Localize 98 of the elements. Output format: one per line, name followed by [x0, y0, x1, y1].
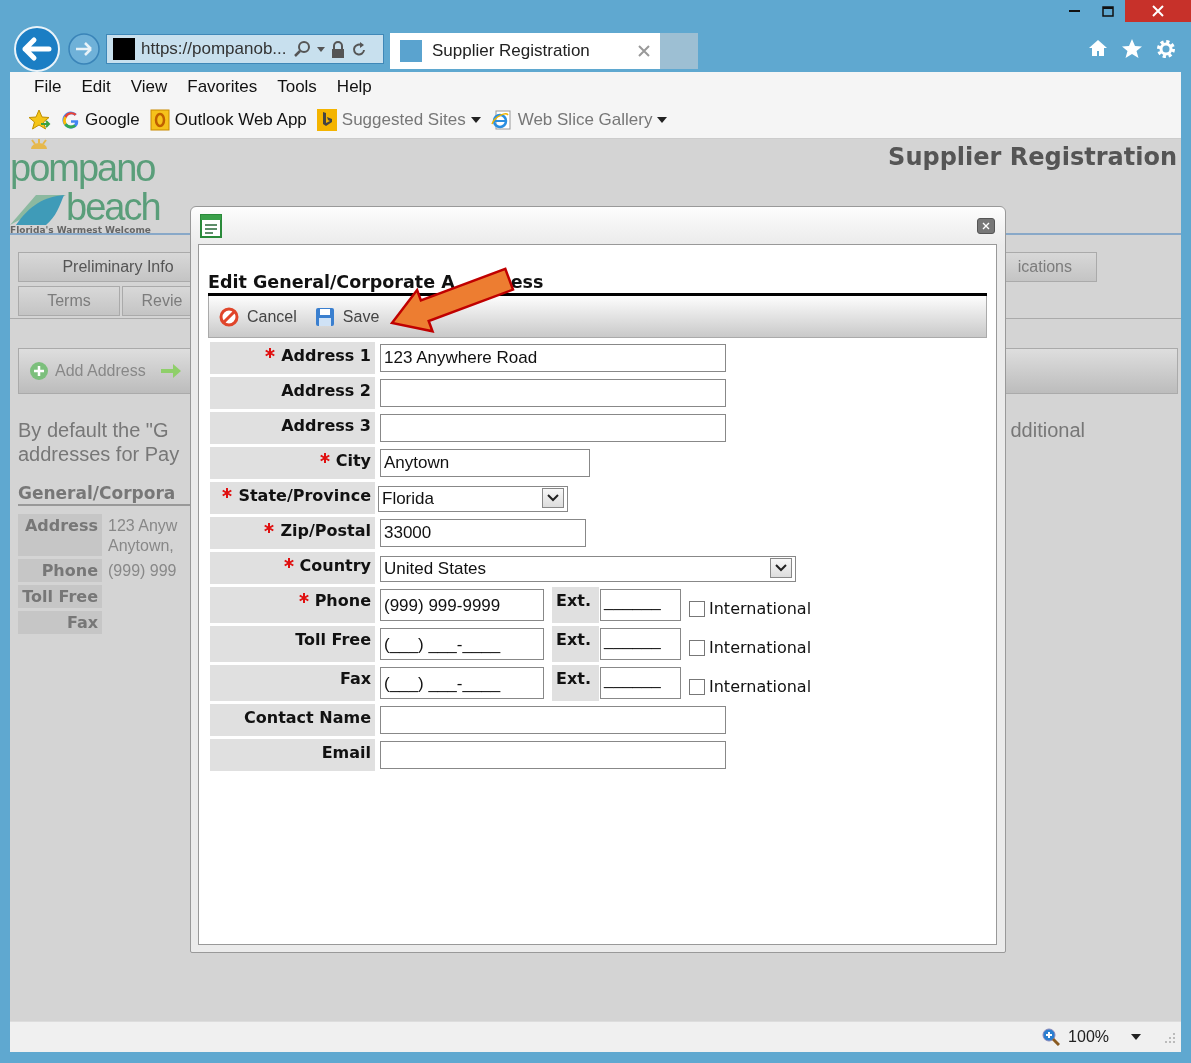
- field-label: Address 1: [281, 346, 371, 365]
- input-field[interactable]: ______: [600, 628, 681, 660]
- close-button[interactable]: [977, 217, 995, 234]
- menu-item[interactable]: Edit: [71, 77, 121, 97]
- dropdown-caret-icon[interactable]: [1131, 1034, 1141, 1040]
- close-icon: [1152, 5, 1164, 17]
- input-field[interactable]: [380, 706, 726, 734]
- detail-value: Anytown,: [108, 536, 175, 556]
- input-field[interactable]: ______: [600, 667, 681, 699]
- detail-label: Address: [18, 514, 102, 556]
- field-label: Zip/Postal: [280, 521, 371, 540]
- browser-tab[interactable]: Supplier Registration: [390, 33, 660, 69]
- favorites-link[interactable]: Web Slice Gallery: [490, 109, 668, 131]
- detail-label: Fax: [18, 611, 102, 634]
- close-button[interactable]: [1125, 0, 1191, 22]
- intro-text: dditional: [1010, 418, 1086, 443]
- forward-button[interactable]: [66, 31, 102, 67]
- zoom-level[interactable]: 100%: [1068, 1028, 1109, 1046]
- close-icon: [982, 221, 990, 230]
- caret-icon[interactable]: [775, 564, 787, 572]
- maximize-icon[interactable]: [1102, 5, 1114, 17]
- field-label: Contact Name: [244, 708, 371, 727]
- field-label: Country: [299, 556, 371, 575]
- form-icon: [200, 213, 222, 238]
- menu-item[interactable]: Favorites: [177, 77, 268, 97]
- dropdown-caret-icon[interactable]: [657, 117, 668, 123]
- input-field[interactable]: Anytown: [380, 449, 590, 477]
- back-button[interactable]: [12, 26, 62, 72]
- detail-label: Phone: [18, 559, 102, 582]
- favorites-star-icon[interactable]: [28, 109, 52, 131]
- save-button[interactable]: Save: [314, 306, 380, 327]
- checkbox[interactable]: [689, 600, 705, 617]
- no-entry-icon: [219, 306, 239, 327]
- field-label: Ext.: [552, 665, 599, 701]
- field-label: Phone: [314, 591, 371, 610]
- close-icon[interactable]: [638, 45, 650, 57]
- input-field[interactable]: [380, 741, 726, 769]
- dropdown-field[interactable]: Florida: [378, 486, 568, 512]
- intro-text: addresses for Pay: [18, 442, 180, 466]
- outlook-icon: [149, 109, 170, 131]
- checkbox[interactable]: [689, 678, 705, 695]
- input-field[interactable]: [380, 414, 726, 442]
- field-label: Address 2: [281, 381, 371, 400]
- input-field[interactable]: 123 Anywhere Road: [380, 344, 726, 372]
- checkbox[interactable]: [689, 639, 705, 656]
- caret-icon[interactable]: [547, 494, 559, 502]
- detail-label: Toll Free: [18, 585, 102, 608]
- logo-text: beach: [66, 189, 160, 225]
- input-field[interactable]: ______: [600, 589, 681, 621]
- lock-icon: [330, 40, 345, 58]
- menu-item[interactable]: Tools: [267, 77, 327, 97]
- refresh-icon[interactable]: [350, 40, 367, 58]
- checkbox-label: International: [709, 677, 812, 696]
- detail-value: (999) 999: [108, 561, 178, 581]
- google-icon: [62, 111, 80, 129]
- logo-tagline: Florida's Warmest Welcome: [10, 225, 152, 235]
- input-field[interactable]: [380, 379, 726, 407]
- site-icon: [113, 38, 135, 60]
- field-label: Address 3: [281, 416, 371, 435]
- favorites-link[interactable]: Google: [62, 110, 140, 130]
- favorites-link[interactable]: Outlook Web App: [149, 109, 307, 131]
- zoom-icon[interactable]: [1042, 1028, 1061, 1046]
- input-field[interactable]: 33000: [380, 519, 586, 547]
- field-label: Fax: [339, 669, 371, 688]
- bing-icon: [316, 109, 337, 131]
- dropdown-caret-icon[interactable]: [470, 117, 481, 123]
- cancel-button[interactable]: Cancel: [219, 306, 297, 327]
- field-label: Toll Free: [295, 630, 371, 649]
- resize-grip-icon[interactable]: [1163, 1031, 1175, 1043]
- search-icon[interactable]: [292, 40, 311, 58]
- field-label: Email: [321, 743, 371, 762]
- menu-item[interactable]: File: [24, 77, 72, 97]
- web-page-icon: [490, 109, 513, 131]
- menu-item[interactable]: Help: [326, 77, 382, 97]
- minimize-icon[interactable]: [1068, 9, 1080, 13]
- dropdown-field[interactable]: United States: [380, 556, 796, 582]
- field-label: Ext.: [552, 626, 599, 662]
- page-title: Supplier Registration: [888, 143, 1177, 171]
- settings-icon[interactable]: [1155, 38, 1177, 60]
- home-icon[interactable]: [1087, 38, 1109, 58]
- plus-circle-icon: [29, 361, 49, 381]
- detail-value: 123 Anyw: [108, 516, 179, 536]
- input-field[interactable]: (999) 999-9999: [380, 589, 544, 621]
- input-field[interactable]: (___) ___-____: [380, 667, 544, 699]
- menu-item[interactable]: View: [120, 77, 178, 97]
- field-label: Ext.: [552, 587, 599, 623]
- favorites-link[interactable]: Suggested Sites: [316, 109, 481, 131]
- logo-text: pompano: [10, 147, 155, 189]
- intro-text: By default the "G: [18, 418, 170, 442]
- checkbox-label: International: [709, 599, 812, 618]
- page-icon: [400, 40, 422, 62]
- star-icon[interactable]: [1121, 38, 1143, 59]
- dialog-heading: ess: [510, 272, 544, 292]
- input-field[interactable]: (___) ___-____: [380, 628, 544, 660]
- address-bar[interactable]: https://pompanob...: [106, 34, 384, 64]
- checkbox-label: International: [709, 638, 812, 657]
- field-label: State/Province: [238, 486, 371, 505]
- field-label: City: [335, 451, 371, 470]
